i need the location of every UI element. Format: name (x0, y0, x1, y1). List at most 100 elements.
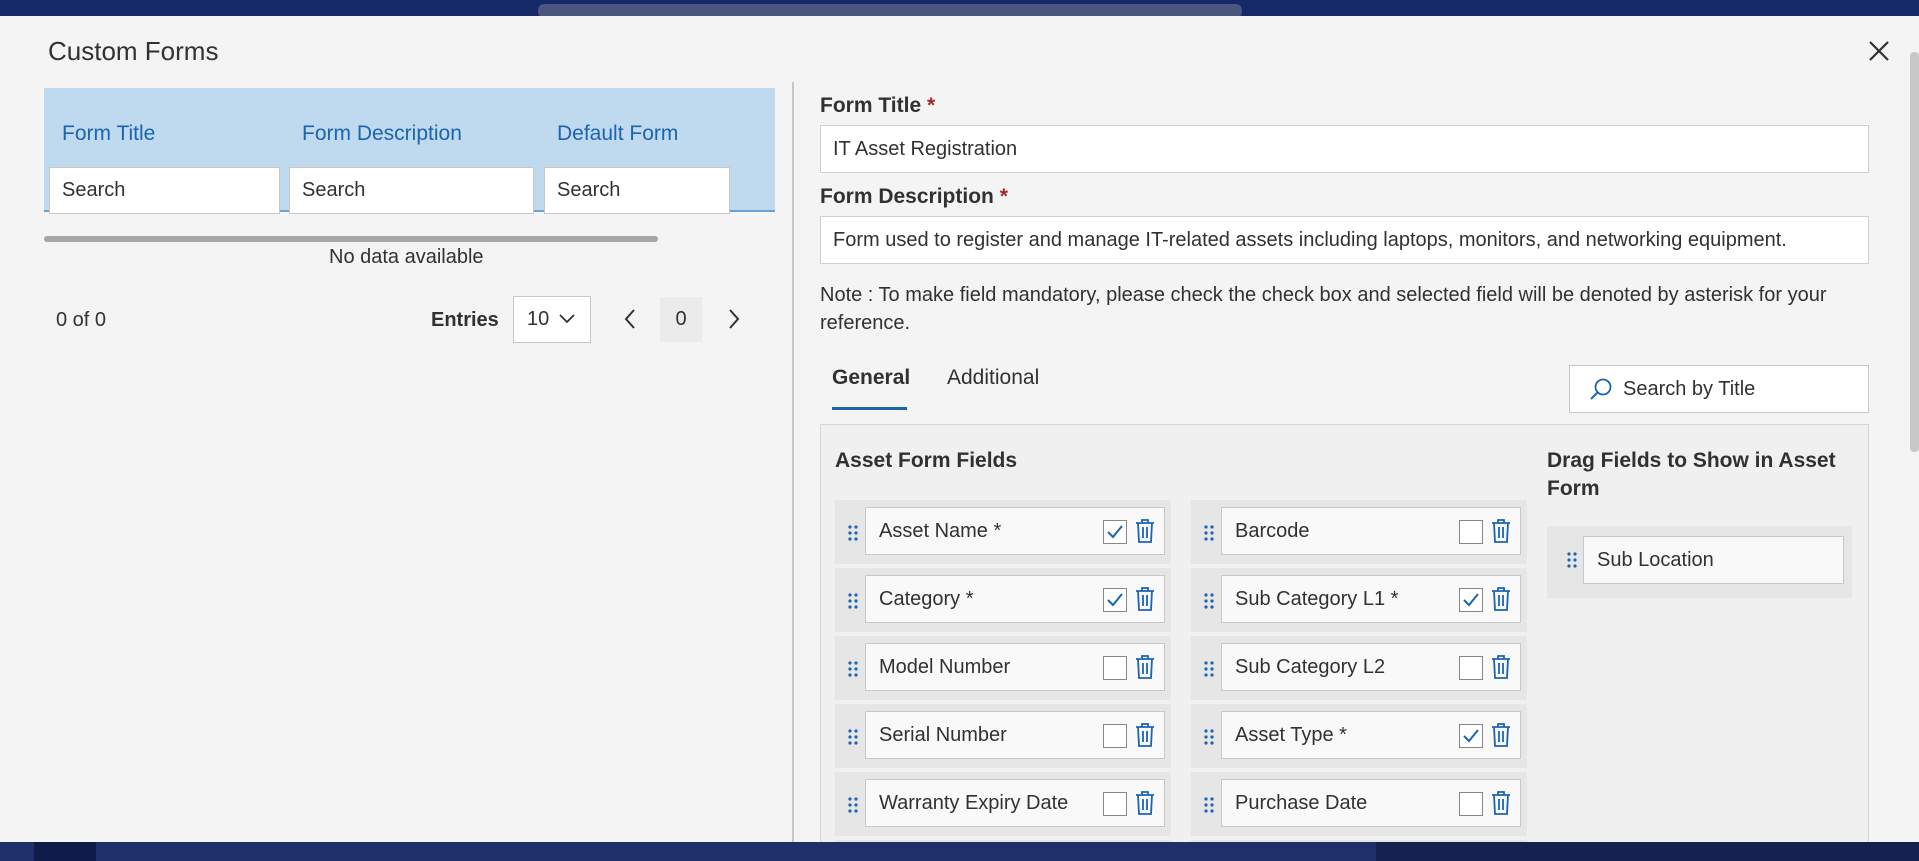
search-by-title-placeholder: Search by Title (1623, 378, 1756, 400)
entries-label: Entries (431, 309, 499, 331)
drag-fields-heading: Drag Fields to Show in Asset Form (1547, 449, 1836, 500)
chevron-right-icon[interactable] (720, 306, 746, 332)
field-item[interactable]: Model Number (865, 643, 1165, 691)
form-title-input[interactable]: IT Asset Registration (820, 125, 1869, 173)
field-label: Sub Location (1597, 549, 1714, 571)
form-title-label: Form Title * (820, 94, 936, 117)
checkmark-icon (1107, 525, 1123, 539)
mandatory-checkbox[interactable] (1103, 656, 1127, 680)
checkmark-icon (1107, 593, 1123, 607)
column-header-form-description[interactable]: Form Description (302, 122, 462, 146)
top-app-bar (0, 0, 1919, 18)
form-description-search-input[interactable]: Search (289, 167, 534, 214)
close-icon[interactable] (1862, 34, 1896, 68)
field-row[interactable]: Category * (835, 568, 1171, 632)
trash-icon[interactable] (1490, 722, 1512, 748)
mandatory-note: Note : To make field mandatory, please c… (820, 284, 1827, 334)
mandatory-checkbox[interactable] (1459, 520, 1483, 544)
field-label: Sub Category L1 * (1235, 588, 1399, 610)
field-row[interactable]: Serial Number (835, 704, 1171, 768)
grid-horizontal-scrollbar[interactable] (44, 236, 658, 242)
field-row[interactable]: Sub Category L1 * (1191, 568, 1527, 632)
field-item[interactable]: Serial Number (865, 711, 1165, 759)
available-field-sub-location[interactable]: Sub Location (1583, 536, 1844, 584)
field-label: Sub Category L2 (1235, 656, 1386, 678)
field-item[interactable]: Asset Type * (1221, 711, 1521, 759)
dialog-scrollbar[interactable] (1910, 52, 1919, 452)
drag-handle-icon[interactable] (1566, 551, 1578, 569)
field-row[interactable]: Asset Type * (1191, 704, 1527, 768)
field-item[interactable]: Barcode (1221, 507, 1521, 555)
form-description-label: Form Description * (820, 185, 1008, 208)
field-row[interactable]: Asset Name * (835, 500, 1171, 564)
chevron-down-icon (559, 314, 575, 324)
search-by-title-input[interactable]: Search by Title (1569, 365, 1869, 413)
tab-additional[interactable]: Additional (947, 366, 1039, 390)
page-number[interactable]: 0 (660, 297, 702, 342)
drag-handle-icon[interactable] (847, 660, 859, 678)
drag-handle-icon[interactable] (847, 524, 859, 542)
field-label: Model Number (879, 656, 1011, 678)
mandatory-checkbox[interactable] (1103, 520, 1127, 544)
field-label: Warranty Expiry Date (879, 792, 1069, 814)
field-label: Purchase Date (1235, 792, 1368, 814)
mandatory-checkbox[interactable] (1103, 588, 1127, 612)
mandatory-checkbox[interactable] (1103, 724, 1127, 748)
drag-handle-icon[interactable] (847, 592, 859, 610)
field-item[interactable]: Asset Name * (865, 507, 1165, 555)
entries-select[interactable]: 10 (513, 296, 591, 343)
trash-icon[interactable] (1134, 654, 1156, 680)
column-header-default-form[interactable]: Default Form (557, 122, 678, 146)
drag-handle-icon[interactable] (847, 728, 859, 746)
forms-grid-header: Form Title Form Description Default Form… (44, 88, 775, 214)
default-form-search-input[interactable]: Search (544, 167, 730, 214)
field-label: Serial Number (879, 724, 1007, 746)
trash-icon[interactable] (1490, 518, 1512, 544)
mandatory-checkbox[interactable] (1459, 724, 1483, 748)
form-title-search-input[interactable]: Search (49, 167, 280, 214)
bottom-bar-segment (34, 842, 96, 861)
trash-icon[interactable] (1134, 790, 1156, 816)
trash-icon[interactable] (1134, 722, 1156, 748)
mandatory-checkbox[interactable] (1459, 656, 1483, 680)
field-item[interactable]: Warranty Expiry Date (865, 779, 1165, 827)
checkmark-icon (1463, 729, 1479, 743)
field-row[interactable]: Purchase Date (1191, 772, 1527, 836)
drag-handle-icon[interactable] (847, 796, 859, 814)
drag-handle-icon[interactable] (1203, 796, 1215, 814)
field-item[interactable]: Sub Category L2 (1221, 643, 1521, 691)
record-count: 0 of 0 (56, 309, 107, 331)
bottom-app-bar (0, 842, 1919, 861)
field-row[interactable]: Barcode (1191, 500, 1527, 564)
available-fields-dropzone[interactable]: Sub Location (1547, 526, 1852, 598)
field-row[interactable]: Sub Category L2 (1191, 636, 1527, 700)
mandatory-checkbox[interactable] (1459, 792, 1483, 816)
column-header-form-title[interactable]: Form Title (62, 122, 155, 146)
tab-general[interactable]: General (832, 366, 910, 390)
form-description-input[interactable]: Form used to register and manage IT-rela… (820, 216, 1869, 264)
field-row[interactable]: Warranty Expiry Date (835, 772, 1171, 836)
field-item[interactable]: Category * (865, 575, 1165, 623)
trash-icon[interactable] (1490, 790, 1512, 816)
field-label: Asset Name * (879, 520, 1002, 542)
drag-handle-icon[interactable] (1203, 524, 1215, 542)
panel-divider (792, 82, 794, 844)
field-item[interactable]: Sub Category L1 * (1221, 575, 1521, 623)
trash-icon[interactable] (1490, 586, 1512, 612)
chevron-left-icon[interactable] (618, 306, 644, 332)
mandatory-checkbox[interactable] (1459, 588, 1483, 612)
mandatory-checkbox[interactable] (1103, 792, 1127, 816)
drag-handle-icon[interactable] (1203, 728, 1215, 746)
field-row[interactable]: Model Number (835, 636, 1171, 700)
drag-handle-icon[interactable] (1203, 592, 1215, 610)
trash-icon[interactable] (1134, 586, 1156, 612)
drag-handle-icon[interactable] (1203, 660, 1215, 678)
trash-icon[interactable] (1490, 654, 1512, 680)
search-icon (1590, 378, 1612, 400)
active-tab-indicator (832, 407, 907, 410)
checkmark-icon (1463, 593, 1479, 607)
asset-form-fields-heading: Asset Form Fields (835, 449, 1018, 472)
field-item[interactable]: Purchase Date (1221, 779, 1521, 827)
trash-icon[interactable] (1134, 518, 1156, 544)
empty-state-text: No data available (329, 246, 484, 268)
